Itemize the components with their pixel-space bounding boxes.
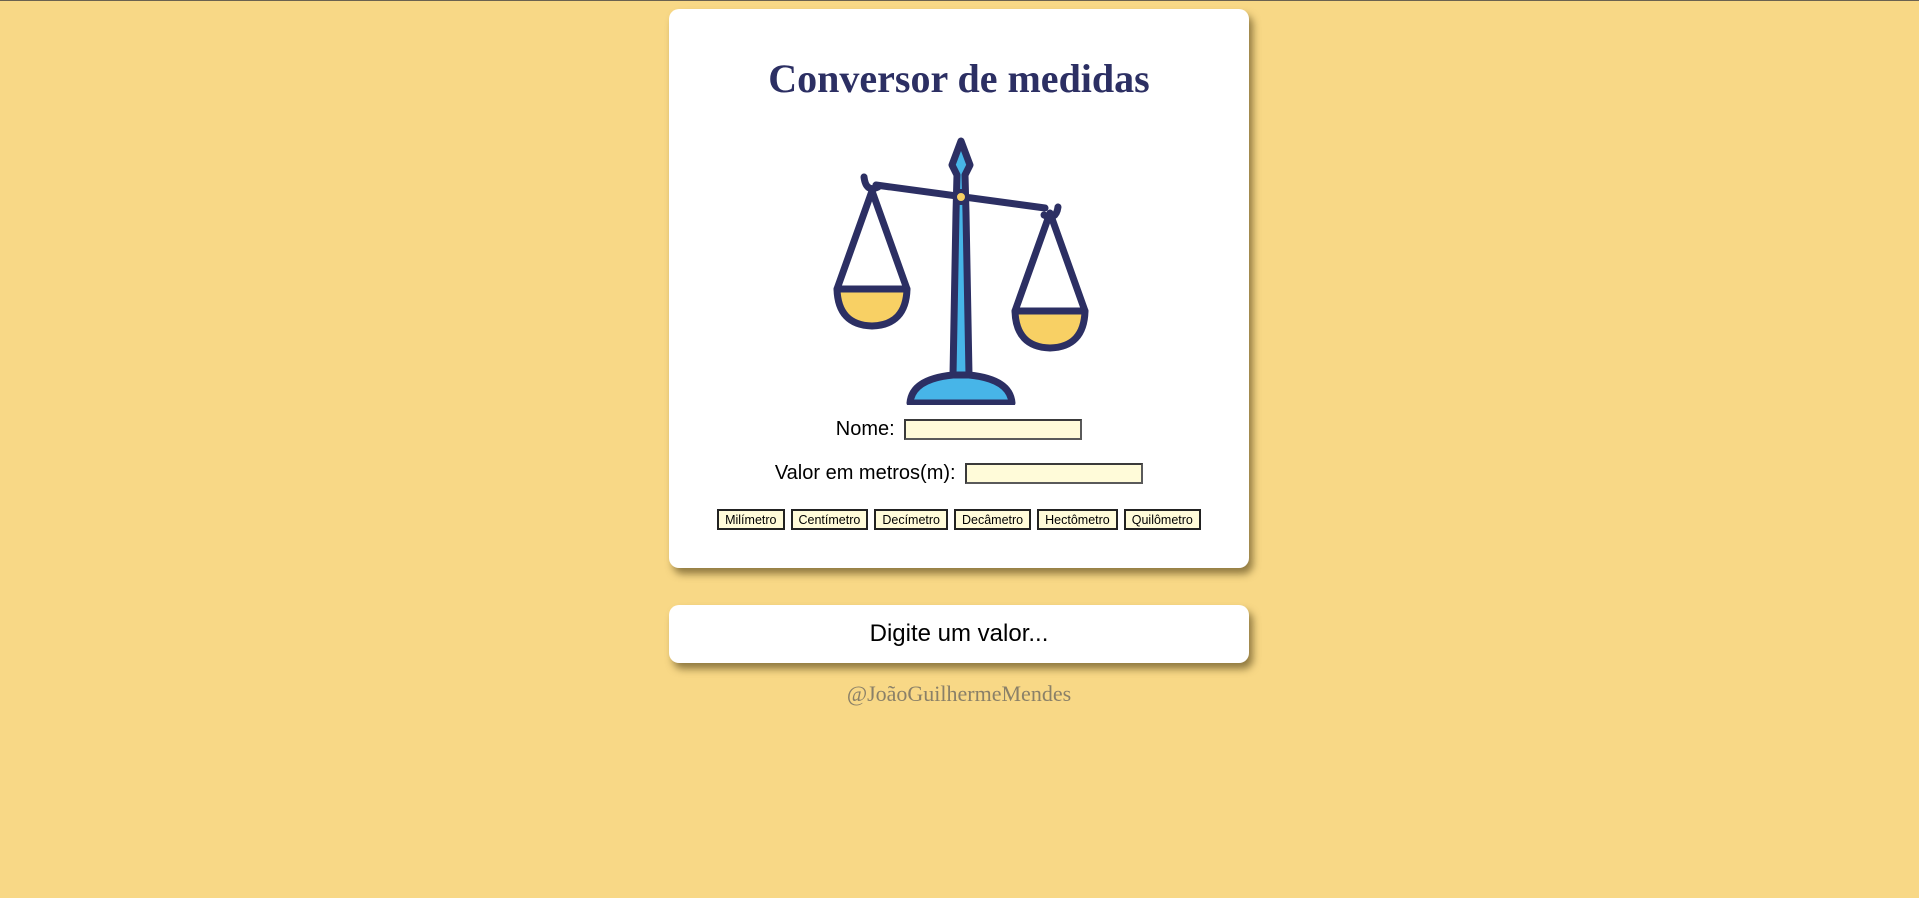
decametro-button[interactable]: Decâmetro [954, 509, 1032, 530]
balance-scale-icon [833, 137, 1089, 405]
footer-credit: @JoãoGuilhermeMendes [846, 681, 1072, 706]
nome-input[interactable] [904, 419, 1083, 441]
decimetro-button[interactable]: Decímetro [874, 509, 948, 530]
top-border [0, 0, 1919, 1]
milimetro-button[interactable]: Milímetro [717, 509, 785, 530]
centimetro-button[interactable]: Centímetro [790, 509, 869, 530]
valor-label: Valor em metros(m): [774, 462, 956, 485]
quilometro-button[interactable]: Quilômetro [1123, 509, 1201, 530]
result-box: Digite um valor... [669, 605, 1249, 663]
valor-input[interactable] [965, 463, 1144, 485]
unit-buttons: Milímetro Centímetro Decímetro Decâmetro… [669, 509, 1249, 530]
valor-row: Valor em metros(m): [669, 462, 1249, 485]
page-title: Conversor de medidas [768, 56, 1150, 101]
nome-label: Nome: [835, 418, 895, 441]
nome-row: Nome: [669, 418, 1249, 441]
hectometro-button[interactable]: Hectômetro [1037, 509, 1118, 530]
converter-card: Conversor de medidas Nome: Valor em metr… [669, 9, 1249, 568]
result-text: Digite um valor... [869, 620, 1049, 647]
